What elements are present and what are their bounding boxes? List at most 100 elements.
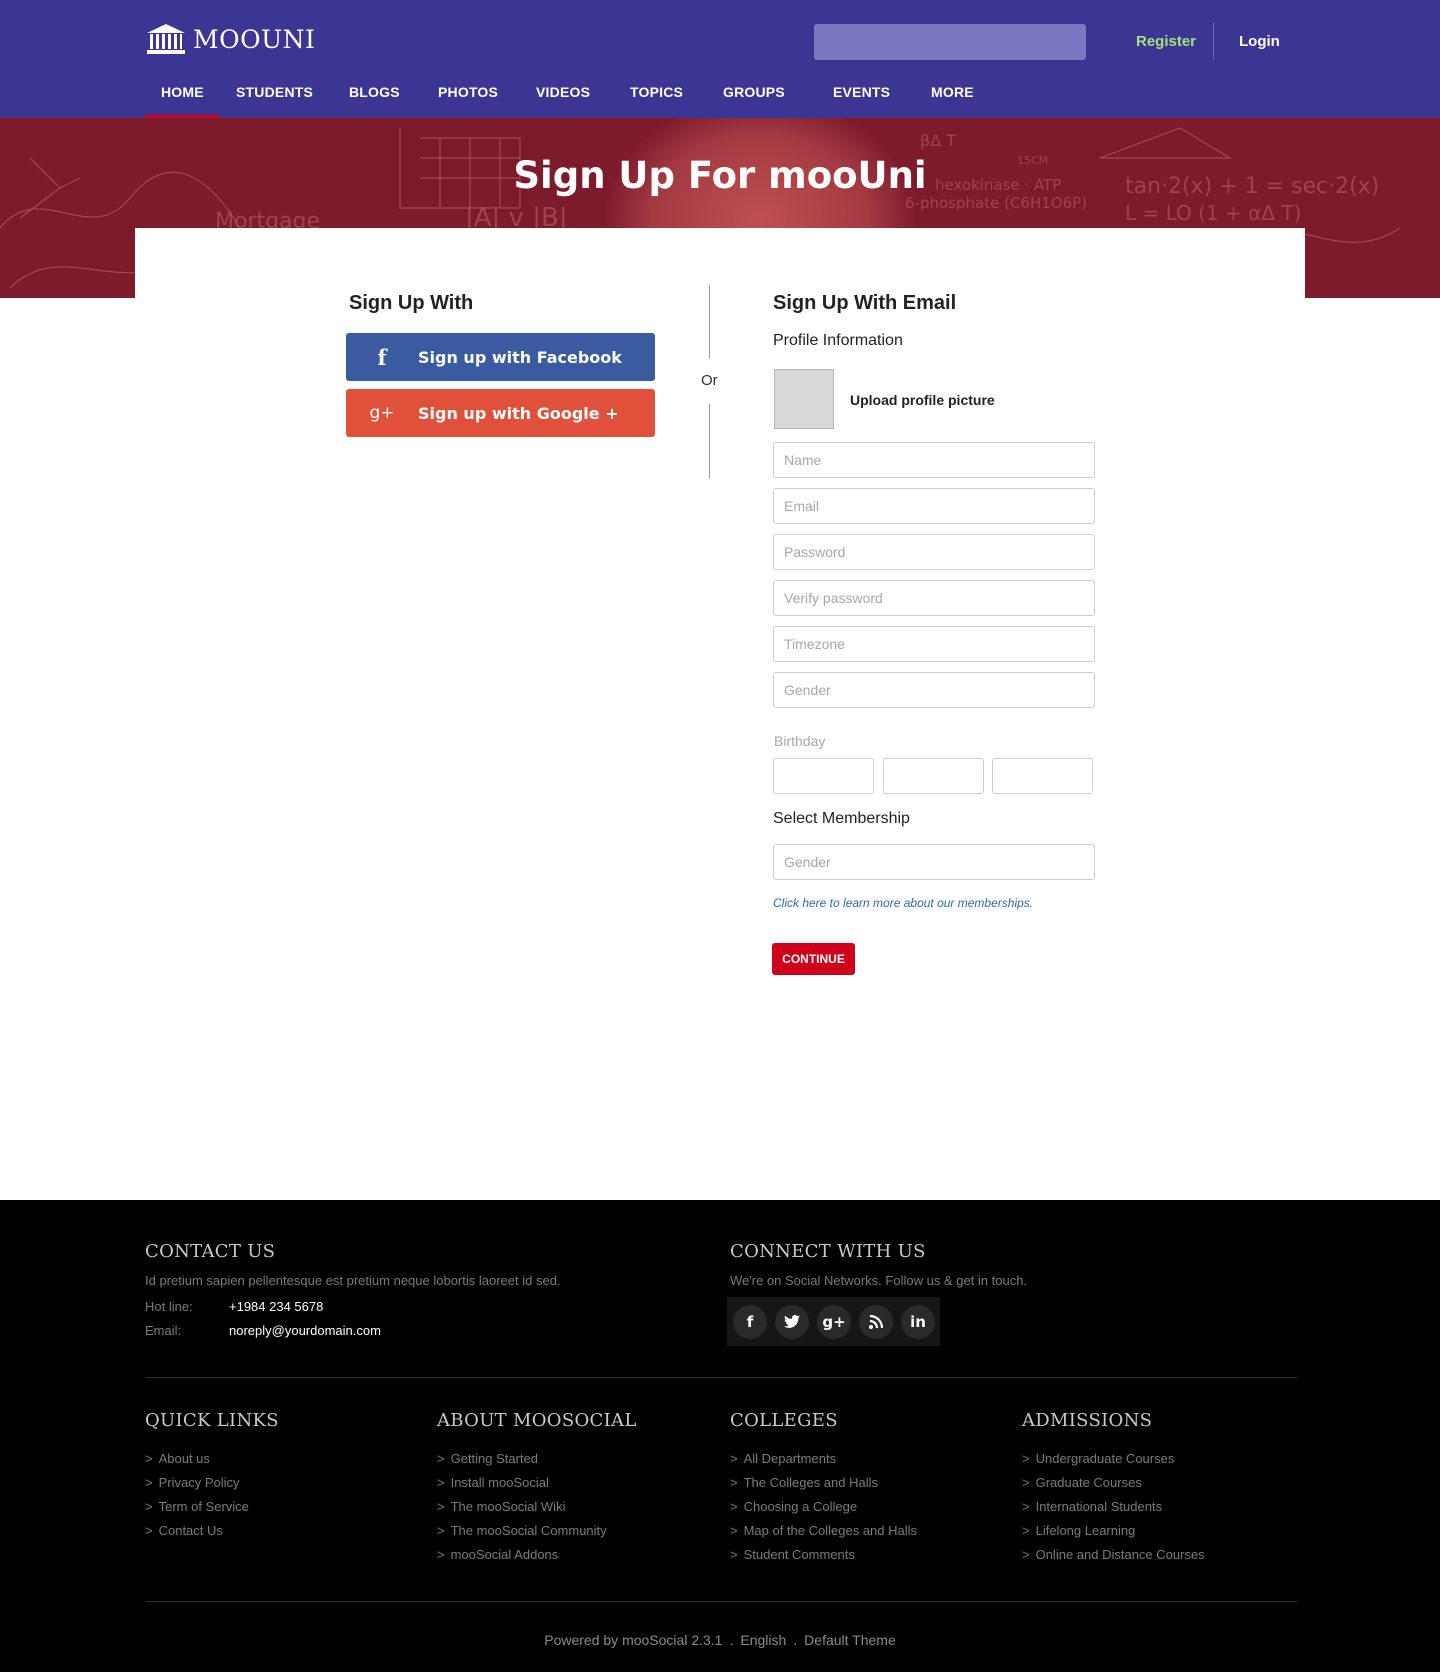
email-label: Email: [145, 1323, 182, 1338]
facebook-icon: f [377, 344, 387, 370]
birthday-day-select[interactable] [883, 758, 984, 794]
register-link[interactable]: Register [1136, 33, 1196, 50]
contact-us-heading: CONTACT US [145, 1241, 276, 1262]
google-plus-icon: g+ [369, 403, 395, 423]
signup-card: Sign Up With f Sign up with Facebook g+ … [135, 228, 1305, 1200]
footer-link[interactable]: > Contact Us [145, 1519, 279, 1543]
nav-item-events[interactable]: EVENTS [833, 84, 890, 118]
admissions-heading: ADMISSIONS [1022, 1410, 1153, 1431]
footer-link[interactable]: > The mooSocial Community [437, 1519, 637, 1543]
footer-link[interactable]: > Install mooSocial [437, 1471, 637, 1495]
hero-chalk-text: L = LO (1 + αΔ T) [1125, 201, 1301, 225]
or-divider-line [709, 404, 710, 478]
facebook-signup-button[interactable]: f Sign up with Facebook [346, 333, 655, 381]
rss-icon[interactable] [859, 1304, 893, 1339]
avatar-placeholder[interactable] [774, 369, 834, 429]
membership-select[interactable] [773, 844, 1095, 880]
gender-select[interactable] [773, 672, 1095, 708]
hotline-value: +1984 234 5678 [229, 1299, 324, 1314]
hero-chalk-text: βΔ T [920, 131, 956, 150]
timezone-select[interactable] [773, 626, 1095, 662]
footer-link[interactable]: > Online and Distance Courses [1022, 1543, 1205, 1567]
connect-description: We're on Social Networks. Follow us & ge… [730, 1273, 1028, 1288]
continue-button[interactable]: CONTINUE [772, 943, 855, 975]
page-title: Sign Up For mooUni [513, 154, 927, 197]
email-field[interactable] [773, 488, 1095, 524]
site-header: MOOUNI Register Login HOME STUDENTS BLOG… [0, 0, 1440, 118]
nav-item-videos[interactable]: VIDEOS [536, 84, 590, 118]
colleges-column: COLLEGES > All Departments > The Colleges … [730, 1410, 917, 1567]
footer-link[interactable]: > Privacy Policy [145, 1471, 279, 1495]
search-input[interactable] [814, 24, 1086, 60]
quick-links-heading: QUICK LINKS [145, 1410, 279, 1431]
admissions-column: ADMISSIONS > Undergraduate Courses > Gradu… [1022, 1410, 1205, 1567]
birthday-label: Birthday [774, 733, 826, 749]
contact-description: Id pretium sapien pellentesque est preti… [145, 1273, 561, 1288]
verify-password-field[interactable] [773, 580, 1095, 616]
login-link[interactable]: Login [1239, 33, 1280, 50]
upload-profile-picture-link[interactable]: Upload profile picture [850, 392, 995, 408]
profile-info-heading: Profile Information [773, 332, 903, 349]
nav-item-topics[interactable]: TOPICS [630, 84, 683, 118]
facebook-icon[interactable]: f [733, 1304, 767, 1339]
footer-link[interactable]: > Lifelong Learning [1022, 1519, 1205, 1543]
footer-link[interactable]: > The mooSocial Wiki [437, 1495, 637, 1519]
site-footer: CONTACT US Id pretium sapien pellentesqu… [0, 1200, 1440, 1672]
google-signup-label: Sign up with Google + [418, 403, 619, 423]
birthday-year-select[interactable] [992, 758, 1093, 794]
nav-item-blogs[interactable]: BLOGS [349, 84, 400, 118]
footer-link[interactable]: > Term of Service [145, 1495, 279, 1519]
powered-by-link[interactable]: Powered by mooSocial 2.3.1 [544, 1632, 722, 1648]
google-plus-icon[interactable]: g+ [817, 1304, 851, 1339]
social-icons-bar: f g+ in [727, 1297, 940, 1346]
separator-dot: . [729, 1632, 734, 1648]
about-moosocial-heading: ABOUT MOOSOCIAL [437, 1410, 637, 1431]
or-divider-line [709, 285, 710, 358]
google-signup-button[interactable]: g+ Sign up with Google + [346, 389, 655, 437]
footer-link[interactable]: > All Departments [730, 1447, 917, 1471]
header-divider [1213, 22, 1214, 60]
footer-link[interactable]: > mooSocial Addons [437, 1543, 637, 1567]
colleges-heading: COLLEGES [730, 1410, 838, 1431]
nav-item-groups[interactable]: GROUPS [723, 84, 785, 118]
or-divider-text: Or [701, 372, 718, 389]
footer-link[interactable]: > The Colleges and Halls [730, 1471, 917, 1495]
language-link[interactable]: English [740, 1632, 786, 1648]
hotline-label: Hot line: [145, 1299, 193, 1314]
site-logo[interactable]: MOOUNI [147, 24, 315, 54]
footer-link[interactable]: > Undergraduate Courses [1022, 1447, 1205, 1471]
linkedin-icon[interactable]: in [901, 1304, 935, 1339]
footer-bottom-bar: Powered by mooSocial 2.3.1. English. Defau… [0, 1632, 1440, 1648]
email-signup-title: Sign Up With Email [773, 292, 957, 314]
footer-link[interactable]: > Graduate Courses [1022, 1471, 1205, 1495]
logo-text: MOOUNI [193, 24, 316, 54]
university-building-icon [147, 24, 185, 54]
twitter-icon[interactable] [775, 1304, 809, 1339]
footer-link[interactable]: > International Students [1022, 1495, 1205, 1519]
birthday-month-select[interactable] [773, 758, 874, 794]
footer-link[interactable]: > Choosing a College [730, 1495, 917, 1519]
facebook-signup-label: Sign up with Facebook [418, 347, 622, 367]
membership-info-link[interactable]: Click here to learn more about our membe… [773, 896, 1033, 910]
email-value[interactable]: noreply@yourdomain.com [229, 1323, 381, 1338]
nav-item-photos[interactable]: PHOTOS [438, 84, 498, 118]
footer-link[interactable]: > Getting Started [437, 1447, 637, 1471]
membership-label: Select Membership [773, 810, 910, 827]
name-field[interactable] [773, 442, 1095, 478]
footer-divider [145, 1601, 1297, 1602]
nav-item-home[interactable]: HOME [145, 84, 220, 118]
connect-heading: CONNECT WITH US [730, 1241, 926, 1262]
nav-item-more[interactable]: MORE [931, 84, 974, 118]
about-moosocial-column: ABOUT MOOSOCIAL > Getting Started > Instal… [437, 1410, 637, 1567]
nav-item-students[interactable]: STUDENTS [236, 84, 313, 118]
main-nav: HOME STUDENTS BLOGS PHOTOS VIDEOS TOPICS… [0, 84, 1440, 118]
footer-link[interactable]: > Student Comments [730, 1543, 917, 1567]
separator-dot: . [793, 1632, 798, 1648]
footer-link[interactable]: > Map of the Colleges and Halls [730, 1519, 917, 1543]
theme-link[interactable]: Default Theme [804, 1632, 896, 1648]
footer-link[interactable]: > About us [145, 1447, 279, 1471]
social-signup-title: Sign Up With [349, 292, 474, 314]
footer-divider [145, 1377, 1297, 1378]
password-field[interactable] [773, 534, 1095, 570]
quick-links-column: QUICK LINKS > About us > Privacy Policy > T… [145, 1410, 279, 1543]
